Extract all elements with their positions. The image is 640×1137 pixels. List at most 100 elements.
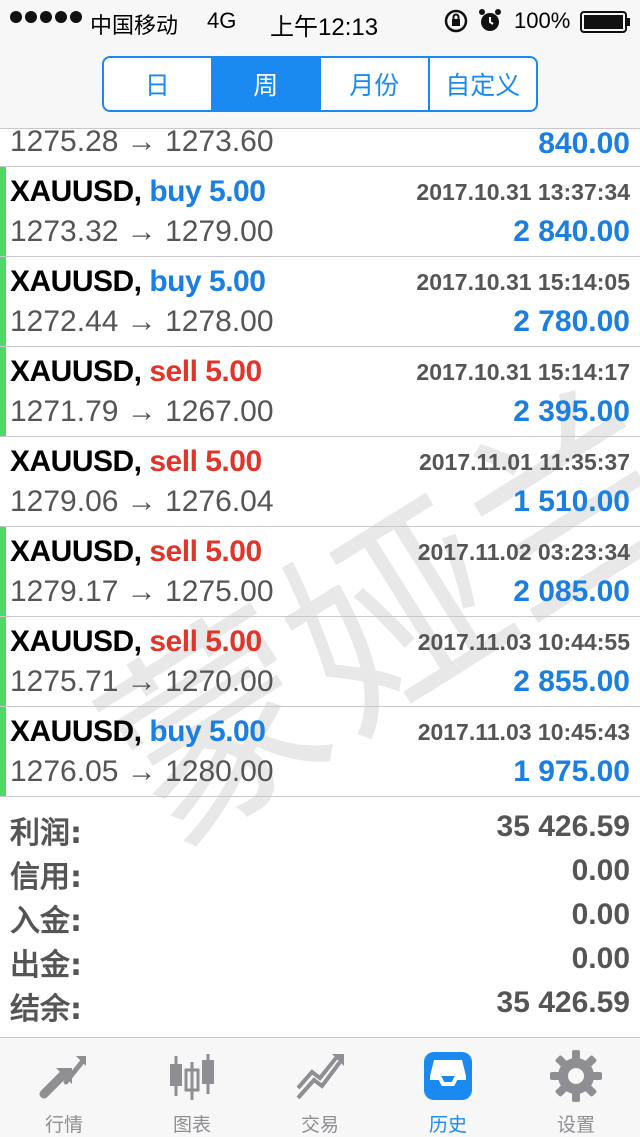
summary-withdrawal-row: 出金: 0.00	[0, 940, 640, 984]
list-item[interactable]: XAUUSD, sell 5.00 2017.11.01 11:35:37 1279…	[0, 437, 640, 527]
battery-percentage: 100%	[514, 8, 571, 33]
segment-week[interactable]: 周	[212, 58, 321, 110]
quotes-arrows-icon	[36, 1048, 92, 1109]
summary-label: 入金:	[10, 904, 82, 939]
trade-trend-icon	[292, 1048, 348, 1109]
list-item[interactable]: XAUUSD, sell 5.00 2017.11.03 10:44:55 1275…	[0, 617, 640, 707]
position-indicator-bar	[0, 617, 6, 706]
trade-prices: 1271.79 → 1267.00	[10, 395, 274, 428]
period-segmented-control: 日 周 月份 自定义	[102, 56, 538, 112]
list-item-partial[interactable]: 1275.28 → 1273.60 840.00	[0, 129, 640, 167]
trade-symbol-line: XAUUSD, sell 5.00	[10, 535, 262, 569]
battery-icon	[580, 11, 632, 39]
tab-quotes[interactable]: 行情	[0, 1038, 128, 1137]
list-item[interactable]: XAUUSD, sell 5.00 2017.11.02 03:23:34 1279…	[0, 527, 640, 617]
trade-profit: 2 840.00	[513, 215, 630, 248]
trade-profit: 2 855.00	[513, 665, 630, 698]
summary-value: 0.00	[571, 854, 630, 887]
trade-side: buy 5.00	[149, 715, 266, 748]
status-bar: 中国移动 4G 上午12:13 100%	[0, 0, 640, 41]
trade-side: buy 5.00	[149, 265, 266, 298]
tab-label: 历史	[428, 1114, 467, 1136]
trade-symbol: XAUUSD,	[10, 445, 142, 478]
trade-time: 2017.11.03 10:45:43	[417, 719, 630, 745]
summary-deposit-row: 入金: 0.00	[0, 896, 640, 940]
trade-side: buy 5.00	[149, 175, 266, 208]
trade-symbol-line: XAUUSD, buy 5.00	[10, 175, 266, 209]
trade-profit: 840.00	[538, 129, 630, 160]
tab-history[interactable]: 历史	[384, 1038, 512, 1137]
list-item[interactable]: XAUUSD, buy 5.00 2017.11.03 10:45:43 1276.…	[0, 707, 640, 797]
tab-charts[interactable]: 图表	[128, 1038, 256, 1137]
trade-profit: 2 780.00	[513, 305, 630, 338]
carrier-name: 中国移动	[90, 13, 179, 38]
summary-label: 出金:	[10, 948, 82, 983]
summary-label: 利润:	[10, 816, 82, 851]
tab-label: 图表	[172, 1114, 211, 1136]
trade-symbol-line: XAUUSD, buy 5.00	[10, 265, 266, 299]
trade-symbol-line: XAUUSD, buy 5.00	[10, 715, 266, 749]
position-indicator-bar	[0, 347, 6, 436]
gear-icon	[548, 1048, 604, 1109]
summary-label: 信用:	[10, 860, 82, 895]
tab-label: 设置	[556, 1114, 595, 1136]
trade-symbol: XAUUSD,	[10, 625, 142, 658]
trade-symbol-line: XAUUSD, sell 5.00	[10, 625, 262, 659]
tab-label: 交易	[300, 1114, 339, 1136]
tab-trade[interactable]: 交易	[256, 1038, 384, 1137]
trade-symbol: XAUUSD,	[10, 265, 142, 298]
rotation-lock-icon	[444, 9, 468, 39]
trade-time: 2017.10.31 15:14:05	[416, 269, 630, 295]
trade-prices: 1272.44 → 1278.00	[10, 305, 274, 338]
trade-symbol: XAUUSD,	[10, 715, 142, 748]
summary-label: 结余:	[10, 992, 82, 1027]
list-item[interactable]: XAUUSD, buy 5.00 2017.10.31 15:14:05 1272.…	[0, 257, 640, 347]
trade-symbol: XAUUSD,	[10, 175, 142, 208]
segment-month[interactable]: 月份	[321, 58, 430, 110]
tab-label: 行情	[44, 1114, 83, 1136]
segment-day[interactable]: 日	[104, 58, 213, 110]
signal-strength-icon	[10, 11, 82, 23]
summary-profit-row: 利润: 35 426.59	[0, 808, 640, 852]
summary-value: 0.00	[571, 898, 630, 931]
trade-prices: 1275.71 → 1270.00	[10, 665, 274, 698]
alarm-icon	[478, 8, 502, 40]
trade-time: 2017.10.31 13:37:34	[416, 179, 630, 205]
segment-custom[interactable]: 自定义	[430, 58, 537, 110]
trade-prices: 1276.05 → 1280.00	[10, 755, 274, 788]
period-header: 日 周 月份 自定义	[0, 40, 640, 129]
position-indicator-bar	[0, 167, 6, 256]
trade-time: 2017.10.31 15:14:17	[416, 359, 630, 385]
trade-profit: 2 395.00	[513, 395, 630, 428]
summary-balance-row: 结余: 35 426.59	[0, 984, 640, 1028]
trade-side: sell 5.00	[149, 355, 262, 388]
history-inbox-icon	[420, 1048, 476, 1109]
position-indicator-bar	[0, 527, 6, 616]
trade-side: sell 5.00	[149, 445, 262, 478]
account-summary: 利润: 35 426.59 信用: 0.00 入金: 0.00 出金: 0.00…	[0, 808, 640, 1028]
bottom-tab-bar: 行情 图表 交易 历史 设置	[0, 1037, 640, 1137]
list-item[interactable]: XAUUSD, sell 5.00 2017.10.31 15:14:17 1271…	[0, 347, 640, 437]
summary-value: 35 426.59	[496, 986, 630, 1019]
trade-profit: 1 510.00	[513, 485, 630, 518]
position-indicator-bar	[0, 707, 6, 796]
trade-symbol-line: XAUUSD, sell 5.00	[10, 445, 262, 479]
status-time: 上午12:13	[270, 14, 379, 41]
tab-settings[interactable]: 设置	[512, 1038, 640, 1137]
trade-side: sell 5.00	[149, 535, 262, 568]
summary-value: 0.00	[571, 942, 630, 975]
trade-prices: 1279.06 → 1276.04	[10, 485, 274, 518]
summary-credit-row: 信用: 0.00	[0, 852, 640, 896]
trade-prices: 1279.17 → 1275.00	[10, 575, 274, 608]
candlestick-chart-icon	[164, 1048, 220, 1109]
trade-side: sell 5.00	[149, 625, 262, 658]
history-list[interactable]: 1275.28 → 1273.60 840.00 XAUUSD, buy 5.0…	[0, 129, 640, 797]
trade-profit: 2 085.00	[513, 575, 630, 608]
trade-profit: 1 975.00	[513, 755, 630, 788]
list-item[interactable]: XAUUSD, buy 5.00 2017.10.31 13:37:34 1273.…	[0, 167, 640, 257]
trade-symbol: XAUUSD,	[10, 355, 142, 388]
summary-value: 35 426.59	[496, 810, 630, 843]
network-type: 4G	[207, 8, 237, 33]
trade-prices: 1273.32 → 1279.00	[10, 215, 274, 248]
trade-time: 2017.11.01 11:35:37	[418, 449, 630, 475]
